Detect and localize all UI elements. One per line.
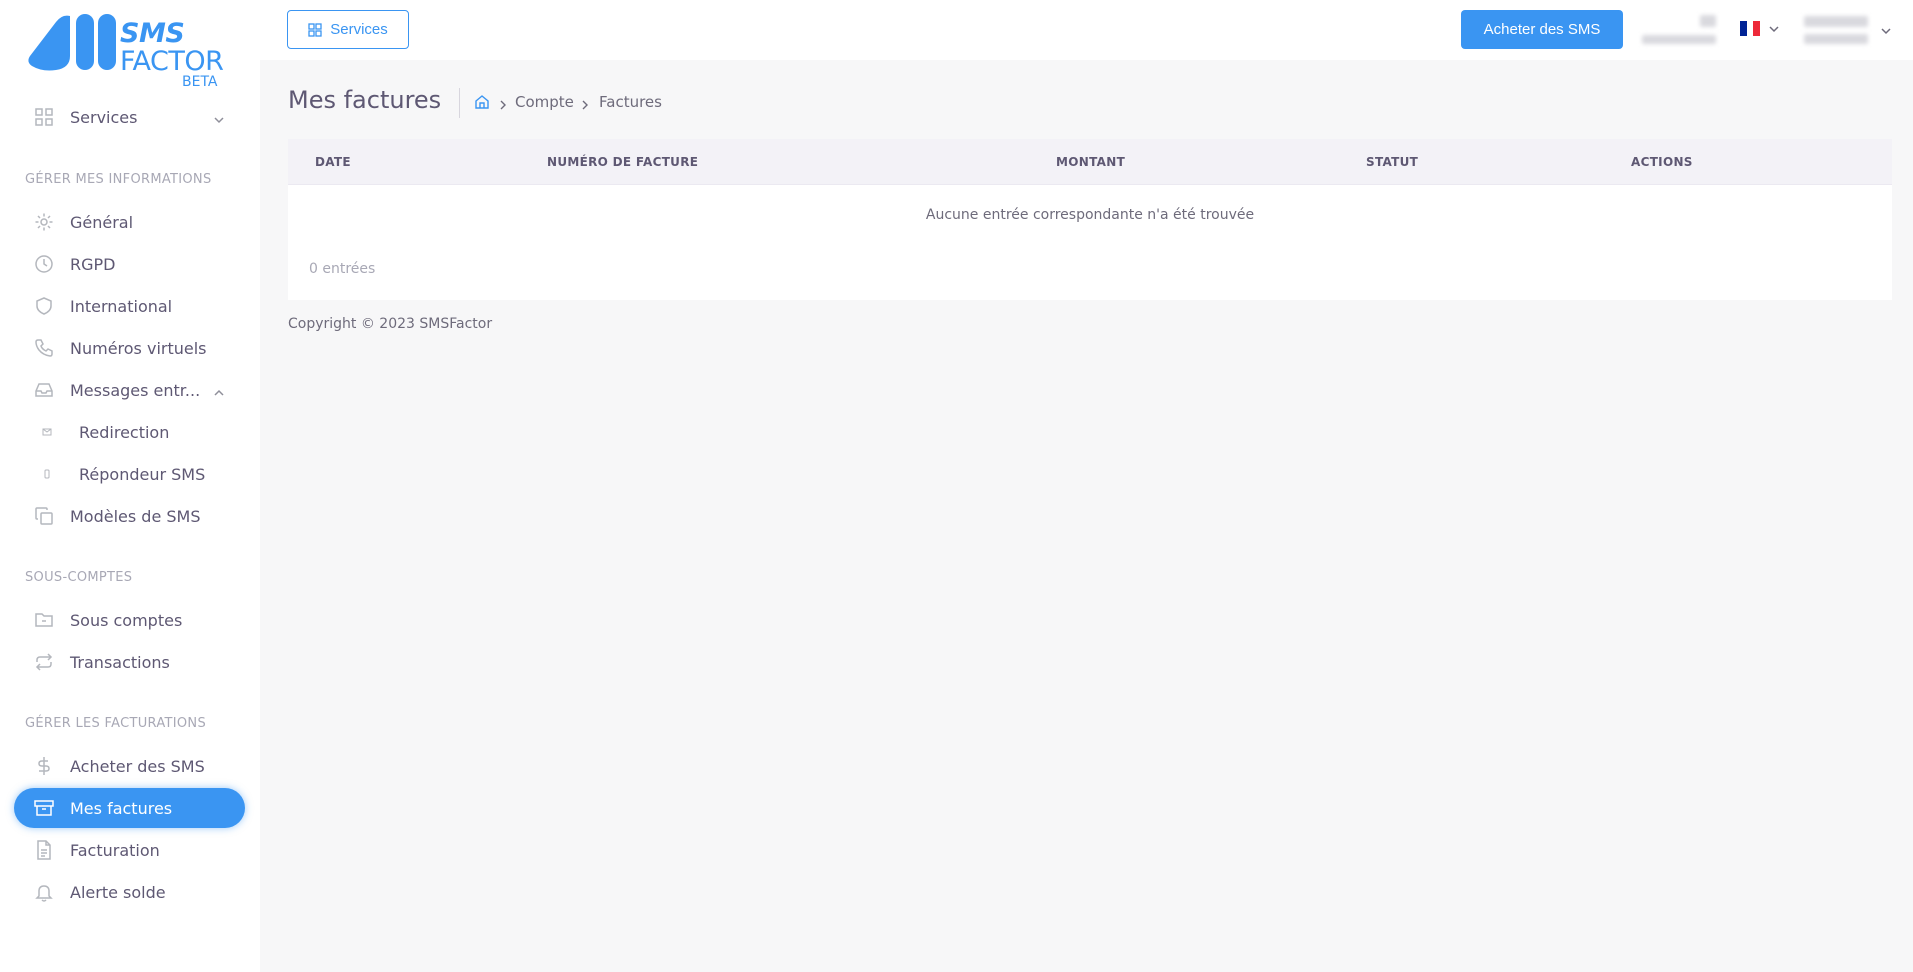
entries-count: 0 entrées <box>309 261 376 277</box>
dollar-icon <box>34 756 54 776</box>
logo-mark-icon <box>28 14 116 71</box>
sidebar-item-label: Messages entr... <box>70 380 201 400</box>
chevron-down-icon[interactable] <box>1768 20 1780 33</box>
sidebar-item-modeles-sms[interactable]: Modèles de SMS <box>14 496 245 536</box>
sidebar-item-redirection[interactable]: Redirection <box>14 412 245 452</box>
services-button-label: Services <box>330 21 388 38</box>
home-icon[interactable] <box>474 94 490 110</box>
sidebar-item-label: Répondeur SMS <box>79 464 206 484</box>
blurred-user-name <box>1804 16 1868 27</box>
gear-icon <box>34 212 54 232</box>
copy-icon <box>34 506 54 526</box>
sidebar-item-label: Services <box>70 107 138 127</box>
sidebar-item-label: Facturation <box>70 840 160 860</box>
chevron-right-icon <box>580 96 590 110</box>
sidebar-item-repondeur-sms[interactable]: Répondeur SMS <box>14 454 245 494</box>
sidebar-item-numeros-virtuels[interactable]: Numéros virtuels <box>14 328 245 368</box>
breadcrumb-compte[interactable]: Compte <box>515 93 574 111</box>
sidebar: SMS FACTOR BETA Services GÉRER MES INFOR… <box>0 0 260 972</box>
section-header-sous-comptes: SOUS-COMPTES <box>25 570 133 585</box>
top-navbar: Services Acheter des SMS <box>260 0 1913 60</box>
sidebar-item-alerte-solde[interactable]: Alerte solde <box>14 872 245 912</box>
phone-icon <box>34 338 54 358</box>
section-header-facturations: GÉRER LES FACTURATIONS <box>25 716 206 731</box>
mobile-icon <box>42 469 52 479</box>
sidebar-item-label: Numéros virtuels <box>70 338 207 358</box>
invoices-table-card: DATE NUMÉRO DE FACTURE MONTANT STATUT AC… <box>288 139 1892 300</box>
french-flag-icon[interactable] <box>1740 21 1761 36</box>
services-button[interactable]: Services <box>287 10 409 49</box>
sidebar-item-label: International <box>70 296 173 316</box>
smsfactor-logo[interactable]: SMS FACTOR BETA <box>26 10 226 90</box>
footer-copyright: Copyright © 2023 SMSFactor <box>288 316 493 332</box>
empty-table-message: Aucune entrée correspondante n'a été tro… <box>925 207 1255 223</box>
blurred-user-role <box>1804 34 1868 44</box>
column-header-actions: ACTIONS <box>1631 155 1693 169</box>
file-icon <box>34 840 54 860</box>
breadcrumb-factures: Factures <box>599 93 662 111</box>
folder-icon <box>34 610 54 630</box>
sidebar-item-label: Redirection <box>79 422 170 442</box>
bell-icon <box>34 882 54 902</box>
sidebar-item-acheter-sms[interactable]: Acheter des SMS <box>14 746 245 786</box>
chevron-down-icon[interactable] <box>1880 22 1892 35</box>
sidebar-item-rgpd[interactable]: RGPD <box>14 244 245 284</box>
grid-icon <box>308 22 322 37</box>
sidebar-item-label: Acheter des SMS <box>70 756 205 776</box>
sidebar-item-facturation[interactable]: Facturation <box>14 830 245 870</box>
clock-icon <box>34 254 54 274</box>
repeat-icon <box>34 652 54 672</box>
sidebar-item-international[interactable]: International <box>14 286 245 326</box>
sidebar-item-label: Transactions <box>70 652 170 672</box>
grid-icon <box>34 107 54 127</box>
chevron-down-icon <box>213 111 225 124</box>
sidebar-item-transactions[interactable]: Transactions <box>14 642 245 682</box>
page-title: Mes factures <box>288 86 442 114</box>
column-header-statut[interactable]: STATUT <box>1366 155 1418 169</box>
sidebar-item-mes-factures[interactable]: Mes factures <box>14 788 245 828</box>
sidebar-item-sous-comptes[interactable]: Sous comptes <box>14 600 245 640</box>
sidebar-item-label: Alerte solde <box>70 882 166 902</box>
chevron-right-icon <box>498 96 508 110</box>
column-header-numero[interactable]: NUMÉRO DE FACTURE <box>547 155 698 169</box>
sidebar-item-label: RGPD <box>70 254 116 274</box>
column-header-date[interactable]: DATE <box>315 155 351 169</box>
section-header-informations: GÉRER MES INFORMATIONS <box>25 172 212 187</box>
sidebar-item-messages-entrants[interactable]: Messages entr... <box>14 370 245 410</box>
title-divider <box>459 88 460 118</box>
mail-icon <box>42 427 52 437</box>
blurred-user-info <box>1700 15 1716 27</box>
logo-text-beta: BETA <box>182 74 218 90</box>
sidebar-item-label: Mes factures <box>70 798 173 818</box>
archive-icon <box>34 798 54 818</box>
column-header-montant[interactable]: MONTANT <box>1056 155 1125 169</box>
blurred-user-info <box>1642 35 1716 44</box>
logo-text-sms: SMS <box>120 18 185 49</box>
sidebar-item-services[interactable]: Services <box>14 97 245 137</box>
logo-text-factor: FACTOR <box>120 46 224 77</box>
shield-icon <box>34 296 54 316</box>
acheter-sms-button[interactable]: Acheter des SMS <box>1461 10 1623 49</box>
sidebar-item-general[interactable]: Général <box>14 202 245 242</box>
chevron-up-icon <box>213 384 225 396</box>
sidebar-item-label: Modèles de SMS <box>70 506 201 526</box>
sidebar-item-label: Sous comptes <box>70 610 183 630</box>
inbox-icon <box>34 380 54 400</box>
table-header: DATE NUMÉRO DE FACTURE MONTANT STATUT AC… <box>288 139 1892 185</box>
sidebar-item-label: Général <box>70 212 134 232</box>
